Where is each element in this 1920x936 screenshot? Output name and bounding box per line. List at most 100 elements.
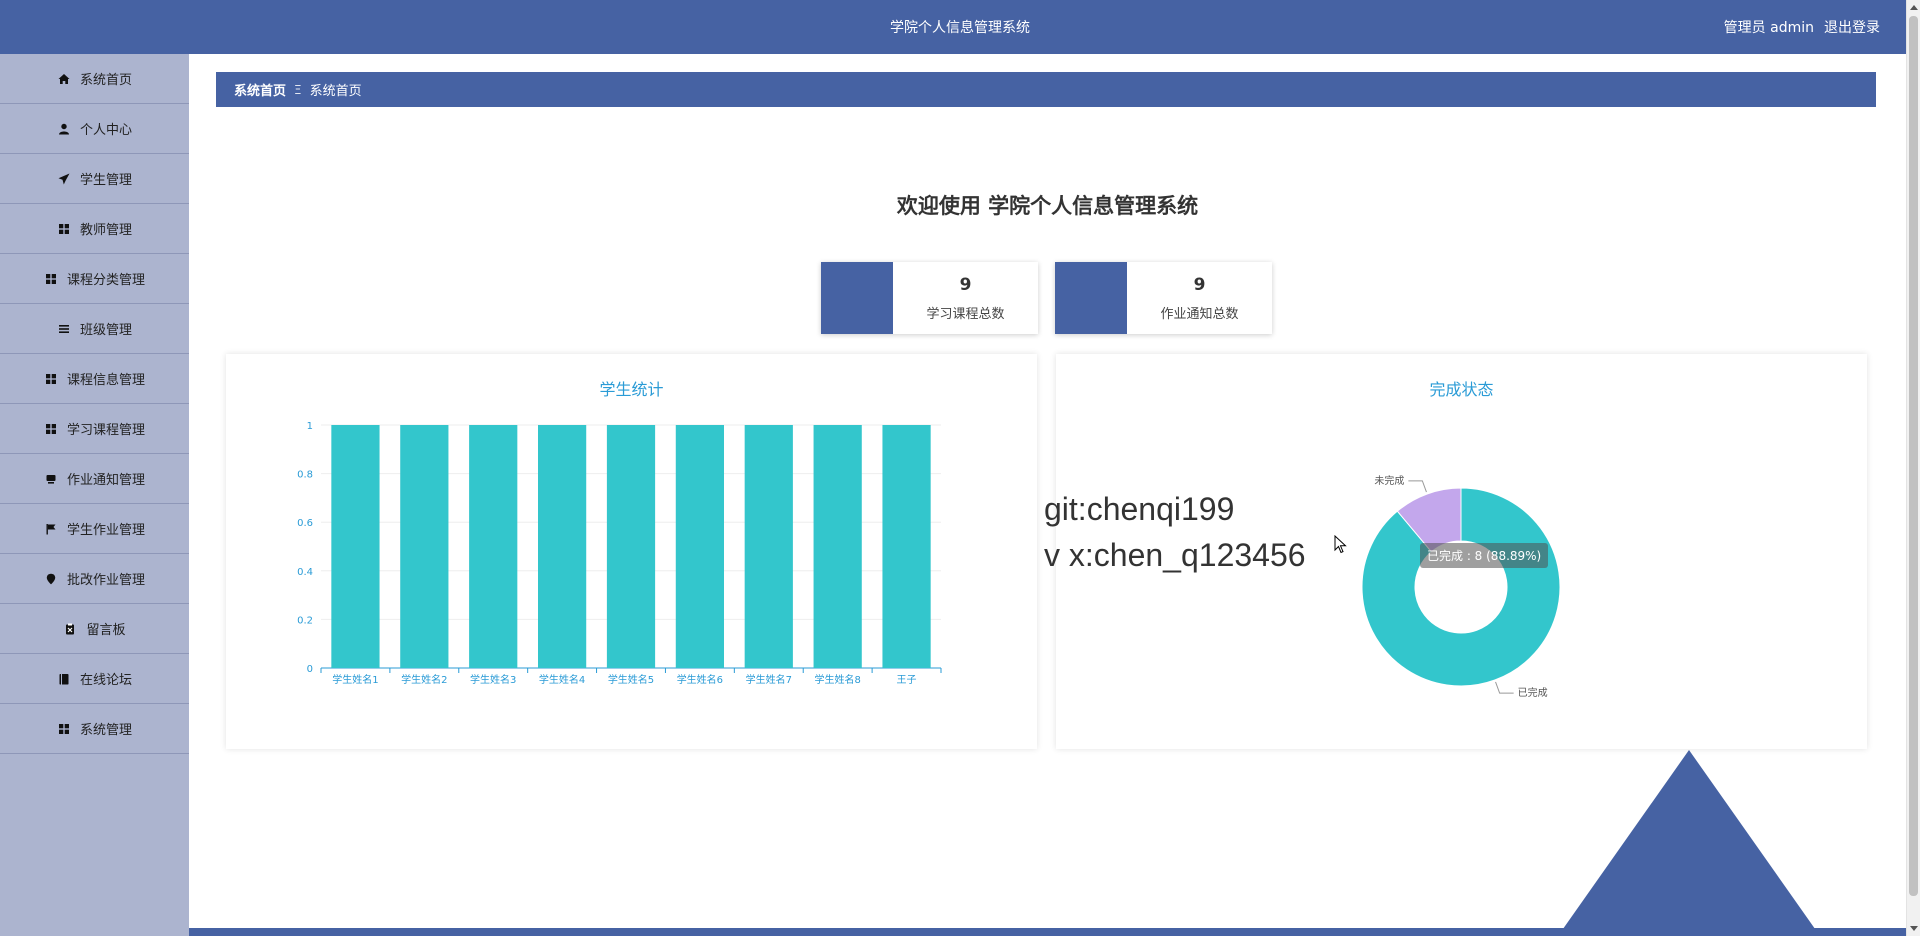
sidebar-item-homework-notice[interactable]: 作业通知管理 xyxy=(0,454,189,504)
bar[interactable] xyxy=(813,425,862,668)
book-icon xyxy=(57,672,71,686)
scrollbar-thumb[interactable] xyxy=(1909,16,1918,896)
stat-card-courses: 9 学习课程总数 xyxy=(821,262,1038,334)
x-tick-label: 学生姓名7 xyxy=(746,673,792,686)
list-icon xyxy=(57,322,71,336)
sidebar-item-label: 个人中心 xyxy=(79,123,132,138)
grid-icon xyxy=(44,272,58,286)
sidebar-item-label: 学生作业管理 xyxy=(66,523,145,538)
app-title: 学院个人信息管理系统 xyxy=(890,20,1030,36)
sidebar-item-student-homework[interactable]: 学生作业管理 xyxy=(0,504,189,554)
sidebar-item-label: 课程信息管理 xyxy=(66,373,145,388)
sidebar-item-classes[interactable]: 班级管理 xyxy=(0,304,189,354)
stat-label: 学习课程总数 xyxy=(926,306,1005,322)
grid-icon xyxy=(44,372,58,386)
bar[interactable] xyxy=(400,425,449,668)
user-area: 管理员 admin 退出登录 xyxy=(1724,17,1880,37)
sidebar-item-label: 教师管理 xyxy=(79,223,132,238)
stat-value: 9 xyxy=(1193,274,1206,295)
bar[interactable] xyxy=(606,425,656,668)
y-tick-label: 0.4 xyxy=(297,567,313,578)
y-tick-label: 1 xyxy=(307,421,313,432)
sidebar-item-students[interactable]: 学生管理 xyxy=(0,154,189,204)
page-scrollbar[interactable] xyxy=(1906,0,1920,936)
sidebar-item-label: 学习课程管理 xyxy=(66,423,145,438)
stat-value: 9 xyxy=(959,274,972,295)
sidebar-item-label: 留言板 xyxy=(86,623,126,638)
sidebar-item-label: 系统管理 xyxy=(79,723,132,738)
x-tick-label: 学生姓名8 xyxy=(814,673,860,686)
sidebar-item-label: 批改作业管理 xyxy=(66,573,145,588)
sidebar-item-label: 作业通知管理 xyxy=(66,473,145,488)
x-tick-label: 学生姓名1 xyxy=(332,673,378,686)
sidebar-item-grading[interactable]: 批改作业管理 xyxy=(0,554,189,604)
sidebar-item-system[interactable]: 系统管理 xyxy=(0,704,189,754)
bar[interactable] xyxy=(538,425,587,668)
sidebar: 系统首页 个人中心 学生管理 教师管理 课程分类管理 班级管理 课程信息管理 学… xyxy=(0,54,189,936)
sidebar-item-label: 学生管理 xyxy=(79,173,132,188)
sidebar-item-course-category[interactable]: 课程分类管理 xyxy=(0,254,189,304)
x-tick-label: 学生姓名4 xyxy=(539,673,585,686)
watermark-line: git:chenqi199 xyxy=(1044,491,1235,527)
bar[interactable] xyxy=(331,425,380,668)
y-tick-label: 0.2 xyxy=(297,615,313,626)
breadcrumb-current: 系统首页 xyxy=(309,84,362,99)
pin-icon xyxy=(44,572,58,586)
pie-slice-label: 已完成 xyxy=(1518,686,1548,699)
pie-label-line xyxy=(1408,480,1427,493)
student-stats-panel: 学生统计 0 0.2 0.4 0.6 0.8 1 学生姓名1 学生姓名2 学生姓名3 学生姓名4 学… xyxy=(226,354,1037,749)
sidebar-item-label: 在线论坛 xyxy=(79,673,132,688)
grid-icon xyxy=(57,222,71,236)
stat-color-block xyxy=(1055,262,1127,334)
bar-chart: 0 0.2 0.4 0.6 0.8 1 学生姓名1 学生姓名2 学生姓名3 学生姓名4 学生姓名5 学… xyxy=(297,421,942,686)
sidebar-item-label: 课程分类管理 xyxy=(66,273,145,288)
x-tick-label: 学生姓名2 xyxy=(401,673,447,686)
user-icon xyxy=(57,122,71,136)
sidebar-item-forum[interactable]: 在线论坛 xyxy=(0,654,189,704)
scroll-up-icon[interactable] xyxy=(1910,5,1918,10)
sidebar-item-course-info[interactable]: 课程信息管理 xyxy=(0,354,189,404)
scroll-down-icon[interactable] xyxy=(1910,926,1918,931)
footer-strip xyxy=(189,928,1906,936)
sidebar-item-study-courses[interactable]: 学习课程管理 xyxy=(0,404,189,454)
watermark-text: git:chenqi199 v x:chen_q123456 xyxy=(1044,486,1306,578)
home-icon xyxy=(57,72,71,86)
pie-slice-label: 未完成 xyxy=(1374,474,1404,487)
top-header: 学院个人信息管理系统 管理员 admin 退出登录 xyxy=(0,0,1920,54)
welcome-heading: 欢迎使用 学院个人信息管理系统 xyxy=(896,194,1199,218)
mouse-cursor-icon xyxy=(1334,535,1347,554)
stat-color-block xyxy=(821,262,893,334)
stat-card-notices: 9 作业通知总数 xyxy=(1055,262,1272,334)
bar[interactable] xyxy=(744,425,793,668)
bar[interactable] xyxy=(882,425,931,668)
breadcrumb-separator: Ξ xyxy=(294,82,302,97)
sidebar-item-label: 班级管理 xyxy=(79,323,132,338)
sidebar-item-profile[interactable]: 个人中心 xyxy=(0,104,189,154)
bar[interactable] xyxy=(469,425,518,668)
breadcrumb-home[interactable]: 系统首页 xyxy=(234,80,286,99)
x-tick-label: 王子 xyxy=(897,674,917,686)
x-tick-label: 学生姓名3 xyxy=(470,673,516,686)
clipboard-icon xyxy=(63,622,77,636)
sidebar-item-teachers[interactable]: 教师管理 xyxy=(0,204,189,254)
grid-icon xyxy=(57,722,71,736)
user-label: 管理员 admin xyxy=(1723,20,1814,36)
stat-label: 作业通知总数 xyxy=(1160,306,1239,322)
sidebar-item-message-board[interactable]: 留言板 xyxy=(0,604,189,654)
logout-link[interactable]: 退出登录 xyxy=(1824,17,1880,37)
grid-icon xyxy=(44,422,58,436)
flag-icon xyxy=(44,522,58,536)
inbox-icon xyxy=(44,472,58,486)
sidebar-item-home[interactable]: 系统首页 xyxy=(0,54,189,104)
chart-tooltip: 已完成 : 8 (88.89%) xyxy=(1420,543,1549,568)
y-tick-label: 0.6 xyxy=(297,518,313,529)
x-tick-label: 学生姓名5 xyxy=(608,673,654,686)
decorative-triangle xyxy=(1558,750,1820,936)
watermark-line: v x:chen_q123456 xyxy=(1044,537,1306,573)
y-tick-label: 0.8 xyxy=(297,470,313,481)
pie-label-line xyxy=(1495,681,1514,694)
bar[interactable] xyxy=(675,425,724,668)
send-icon xyxy=(57,172,71,186)
sidebar-item-label: 系统首页 xyxy=(79,73,132,88)
y-tick-label: 0 xyxy=(307,664,313,675)
